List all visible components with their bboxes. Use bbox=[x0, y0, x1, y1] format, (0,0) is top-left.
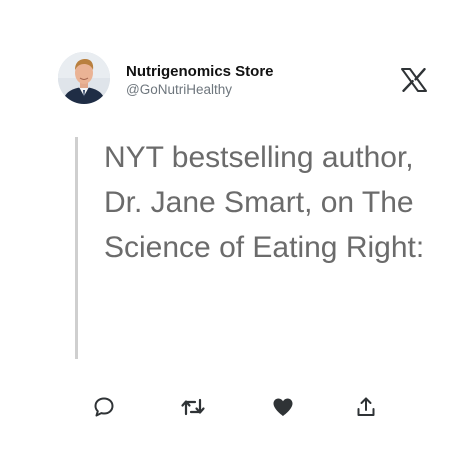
tweet-text: NYT bestselling author, Dr. Jane Smart, … bbox=[104, 141, 425, 264]
heart-icon bbox=[273, 398, 293, 416]
action-bar bbox=[0, 394, 474, 420]
share-button[interactable] bbox=[353, 394, 379, 420]
reply-icon bbox=[94, 397, 114, 417]
quote-bar bbox=[75, 137, 78, 359]
person-photo-icon bbox=[58, 52, 110, 104]
author-display-name[interactable]: Nutrigenomics Store bbox=[126, 63, 274, 80]
tweet-card: Nutrigenomics Store @GoNutriHealthy NYT … bbox=[0, 0, 474, 474]
author-handle[interactable]: @GoNutriHealthy bbox=[126, 82, 232, 97]
x-logo-icon[interactable] bbox=[401, 68, 427, 92]
retweet-icon bbox=[181, 398, 205, 416]
avatar[interactable] bbox=[58, 52, 110, 104]
retweet-button[interactable] bbox=[180, 394, 206, 420]
share-icon bbox=[357, 397, 375, 416]
reply-button[interactable] bbox=[91, 394, 117, 420]
x-logo-svg bbox=[401, 68, 427, 92]
like-button[interactable] bbox=[270, 394, 296, 420]
